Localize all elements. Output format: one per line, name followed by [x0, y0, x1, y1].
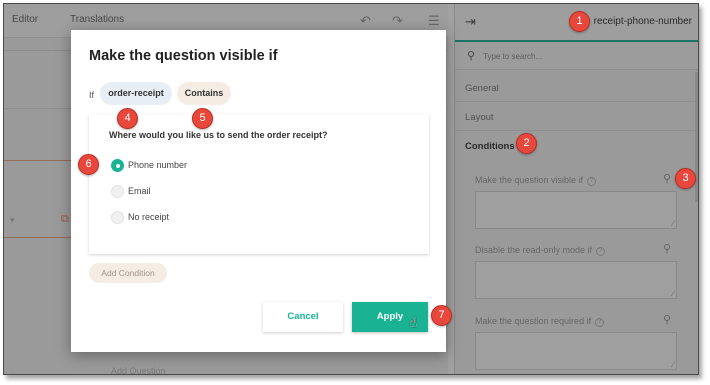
- callout-marker: 3: [675, 168, 696, 189]
- radio-button[interactable]: [111, 185, 124, 198]
- radio-button[interactable]: [111, 159, 124, 172]
- condition-value-question: Where would you like us to send the orde…: [89, 114, 429, 254]
- question-title: Where would you like us to send the orde…: [109, 130, 328, 140]
- variable-selector[interactable]: order-receipt: [100, 82, 172, 105]
- option-label: No receipt: [128, 212, 170, 222]
- callout-marker: 2: [516, 133, 537, 154]
- callout-marker: 1: [569, 11, 590, 32]
- cancel-button[interactable]: Cancel: [263, 302, 343, 332]
- radio-button[interactable]: [111, 211, 124, 224]
- operator-selector[interactable]: Contains: [177, 82, 231, 105]
- callout-marker: 5: [192, 108, 213, 129]
- condition-editor-dialog: Make the question visible if If order-re…: [71, 30, 446, 352]
- option-label: Phone number: [128, 160, 188, 170]
- callout-marker: 6: [78, 154, 99, 175]
- option-label: Email: [128, 186, 151, 196]
- pointer-cursor-icon: ☝: [409, 314, 418, 330]
- callout-marker: 7: [431, 305, 452, 326]
- dialog-title: Make the question visible if: [89, 48, 278, 64]
- add-condition-button[interactable]: Add Condition: [89, 263, 167, 283]
- callout-marker: 4: [117, 108, 138, 129]
- if-label: If: [89, 90, 95, 100]
- app-window: Editor Translations ↶ ↷ ☰ ▾ ⧉ Add Questi…: [3, 3, 699, 375]
